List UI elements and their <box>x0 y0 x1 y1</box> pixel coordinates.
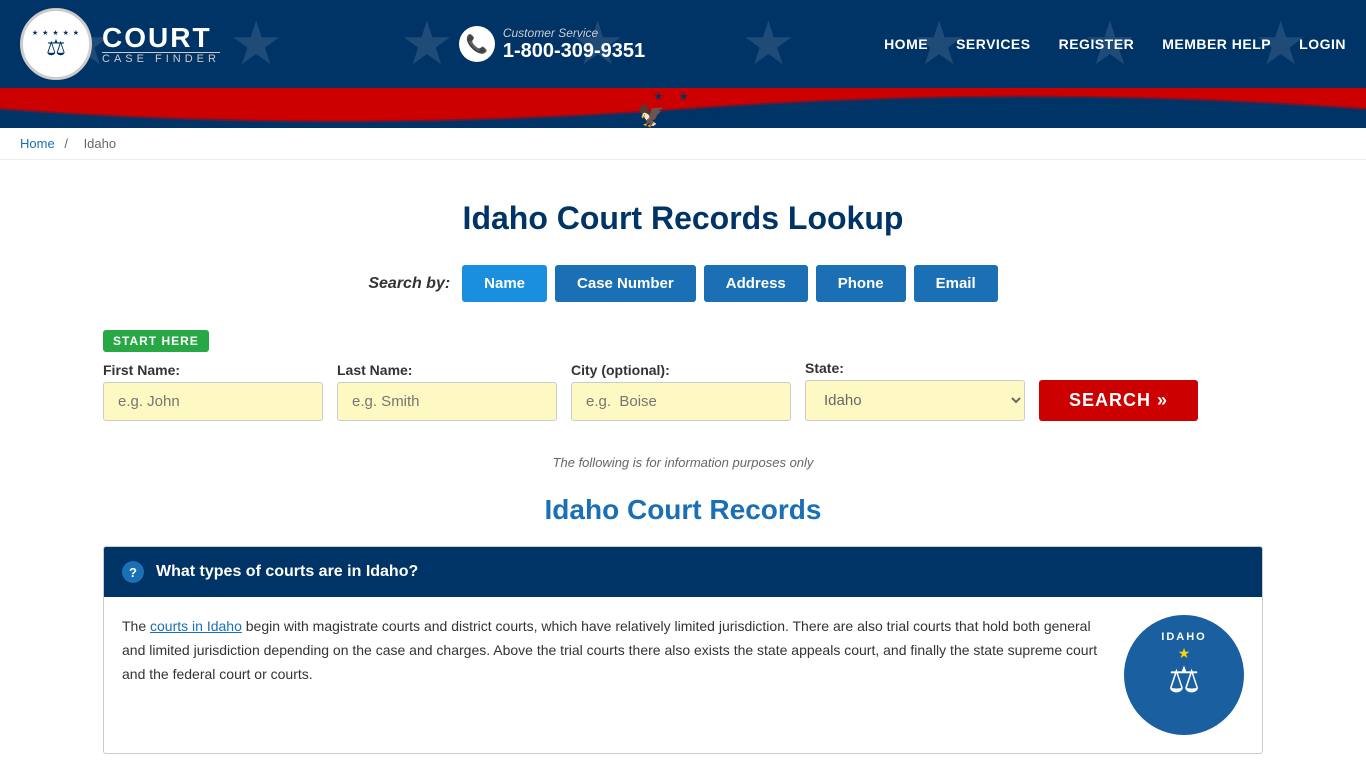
customer-service: 📞 Customer Service 1-800-309-9351 <box>459 26 645 63</box>
faq-answer-1: The courts in Idaho begin with magistrat… <box>122 615 1104 686</box>
eagle-decoration: ★ ★ 🦅 ★ ★ <box>638 90 728 128</box>
logo-circle: ★ ★ ★ ★ ★ ⚖ <box>20 8 92 80</box>
nav-register[interactable]: REGISTER <box>1059 36 1135 52</box>
faq-question-icon: ? <box>122 561 144 583</box>
logo-area: ★ ★ ★ ★ ★ ⚖ COURT CASE FINDER <box>20 8 220 80</box>
nav-services[interactable]: SERVICES <box>956 36 1031 52</box>
first-name-group: First Name: <box>103 362 323 421</box>
logo-text: COURT CASE FINDER <box>102 24 220 65</box>
start-here-badge: START HERE <box>103 330 209 352</box>
last-name-group: Last Name: <box>337 362 557 421</box>
eagle-icon: 🦅 <box>638 103 665 128</box>
city-label: City (optional): <box>571 362 791 378</box>
faq-header-1[interactable]: ? What types of courts are in Idaho? <box>104 547 1262 597</box>
tab-case-number[interactable]: Case Number <box>555 265 696 302</box>
info-note: The following is for information purpose… <box>103 455 1263 470</box>
logo-title2: CASE FINDER <box>102 52 220 65</box>
search-form-container: START HERE First Name: Last Name: City (… <box>103 320 1263 441</box>
state-group: State: Idaho Alabama Alaska Arizona Arka… <box>805 360 1025 421</box>
section-title: Idaho Court Records <box>103 494 1263 526</box>
first-name-label: First Name: <box>103 362 323 378</box>
tab-address[interactable]: Address <box>704 265 808 302</box>
state-label: State: <box>805 360 1025 376</box>
cs-label: Customer Service <box>503 26 645 40</box>
idaho-seal: IDAHO ★ ⚖ <box>1124 615 1244 735</box>
eagle-stars-right: ★ ★ <box>669 110 728 123</box>
search-by-label: Search by: <box>368 275 450 293</box>
tab-phone[interactable]: Phone <box>816 265 906 302</box>
state-select[interactable]: Idaho Alabama Alaska Arizona Arkansas Ca… <box>805 380 1025 421</box>
faq-body-1: The courts in Idaho begin with magistrat… <box>104 597 1262 753</box>
nav-member-help[interactable]: MEMBER HELP <box>1162 36 1271 52</box>
logo-scale-icon: ⚖ <box>32 37 80 59</box>
breadcrumb-current: Idaho <box>84 136 117 151</box>
logo-inner: ★ ★ ★ ★ ★ ⚖ <box>32 29 80 59</box>
cs-details: Customer Service 1-800-309-9351 <box>503 26 645 63</box>
city-group: City (optional): <box>571 362 791 421</box>
header-decoration: ★ ★ 🦅 ★ ★ <box>0 88 1366 128</box>
site-header: ★ ★ ★ ★ ★ ★ ★ ★ ★ ★ ★ ★ ★ ⚖ COURT CASE F… <box>0 0 1366 88</box>
page-title: Idaho Court Records Lookup <box>103 200 1263 237</box>
nav-login[interactable]: LOGIN <box>1299 36 1346 52</box>
nav-home[interactable]: HOME <box>884 36 928 52</box>
search-form: First Name: Last Name: City (optional): … <box>103 360 1263 421</box>
star-bg-3: ★ <box>400 9 454 79</box>
star-bg-5: ★ <box>741 9 795 79</box>
city-input[interactable] <box>571 382 791 421</box>
last-name-label: Last Name: <box>337 362 557 378</box>
cs-phone: 1-800-309-9351 <box>503 40 645 63</box>
phone-icon: 📞 <box>459 26 495 62</box>
seal-star: ★ <box>1178 645 1191 662</box>
faq-item-1: ? What types of courts are in Idaho? The… <box>103 546 1263 754</box>
breadcrumb-home[interactable]: Home <box>20 136 55 151</box>
breadcrumb: Home / Idaho <box>0 128 1366 160</box>
star-bg-2: ★ <box>229 9 283 79</box>
main-content: Idaho Court Records Lookup Search by: Na… <box>83 160 1283 784</box>
search-button[interactable]: SEARCH » <box>1039 380 1198 421</box>
main-nav: HOME SERVICES REGISTER MEMBER HELP LOGIN <box>884 36 1346 52</box>
courts-in-idaho-link[interactable]: courts in Idaho <box>150 618 242 634</box>
tab-name[interactable]: Name <box>462 265 547 302</box>
eagle-stars-left: ★ ★ <box>638 90 728 103</box>
tab-email[interactable]: Email <box>914 265 998 302</box>
faq-question-text-1: What types of courts are in Idaho? <box>156 563 418 581</box>
seal-icon: ⚖ <box>1168 659 1200 701</box>
seal-text: IDAHO <box>1161 631 1206 643</box>
last-name-input[interactable] <box>337 382 557 421</box>
search-by-row: Search by: Name Case Number Address Phon… <box>103 265 1263 302</box>
first-name-input[interactable] <box>103 382 323 421</box>
logo-title1: COURT <box>102 24 220 52</box>
breadcrumb-separator: / <box>64 136 68 151</box>
